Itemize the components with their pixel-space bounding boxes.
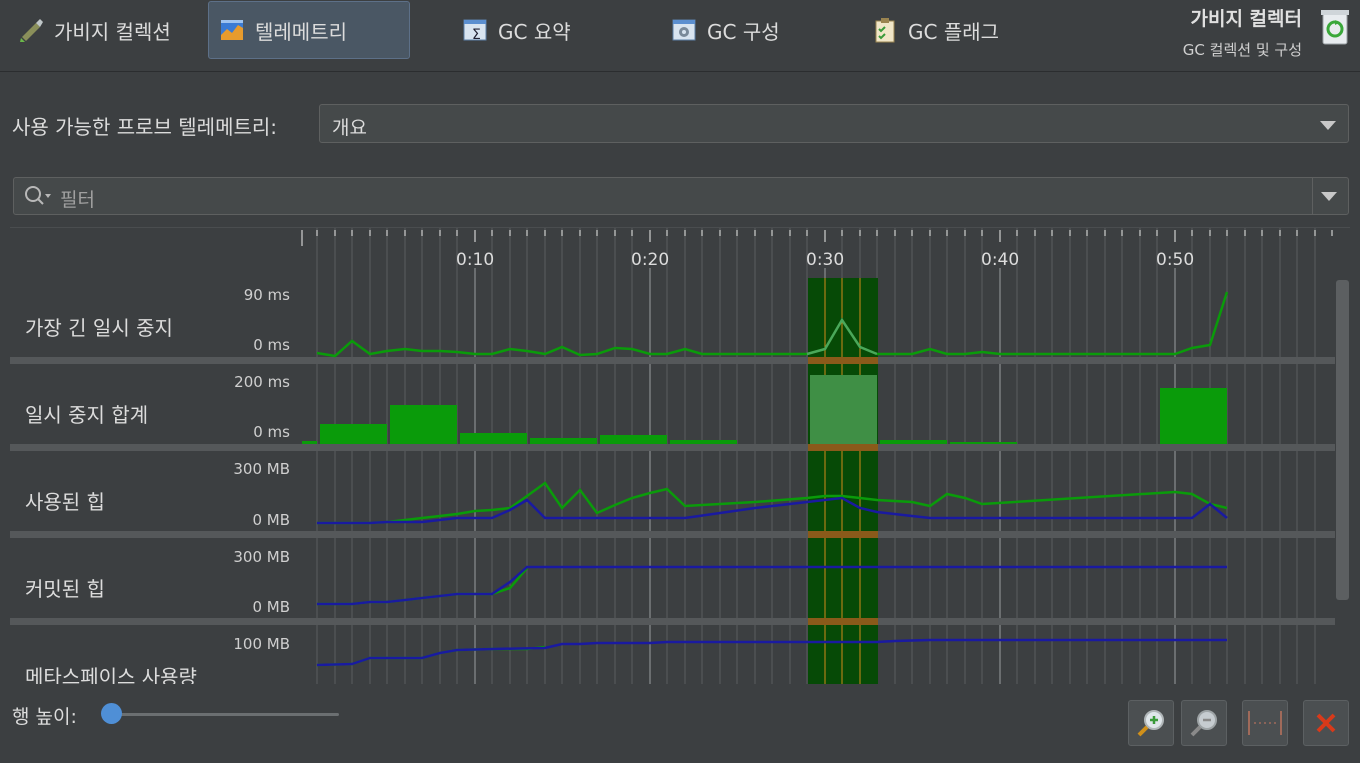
gc-summary-icon: Σ: [462, 17, 488, 43]
row-height-slider[interactable]: [110, 713, 339, 716]
row-max-longest-pause: 90 ms: [243, 286, 290, 304]
tab-label: GC 플래그: [908, 19, 1000, 44]
probe-select-value: 개요: [332, 117, 367, 139]
row-min-total-pause: 0 ms: [253, 423, 290, 441]
fit-width-icon: [1248, 711, 1282, 735]
view-title: 가비지 컬렉터: [1190, 8, 1303, 30]
zoom-in-icon: [1137, 710, 1164, 737]
row-label-total-pause: 일시 중지 합계: [25, 403, 149, 427]
tab-label: 가비지 컬렉션: [54, 19, 171, 44]
time-label-40: 0:40: [981, 250, 1020, 270]
row-height-label: 행 높이:: [12, 706, 77, 728]
filter-divider: [1312, 178, 1313, 214]
filter-placeholder: 필터: [60, 189, 95, 211]
filter-chevron-down-icon[interactable]: [1321, 192, 1337, 201]
probe-label: 사용 가능한 프로브 텔레메트리:: [12, 115, 278, 139]
telemetry-icon: [219, 17, 245, 43]
garbage-collection-icon: [18, 17, 44, 43]
chart-scrollbar-thumb: [1336, 280, 1349, 600]
probe-select[interactable]: 개요: [319, 104, 1349, 143]
row-min-committed-heap: 0 MB: [252, 598, 290, 616]
view-subtitle: GC 컬렉션 및 구성: [1182, 41, 1302, 59]
time-label-20: 0:20: [631, 250, 670, 270]
row-height-slider-knob[interactable]: [101, 703, 122, 724]
row-label-longest-pause: 가장 긴 일시 중지: [25, 316, 173, 340]
tab-gc-summary[interactable]: Σ GC 요약: [452, 1, 581, 59]
tab-telemetry[interactable]: 텔레메트리: [208, 1, 410, 59]
row-max-metaspace: 100 MB: [233, 635, 290, 653]
row-min-longest-pause: 0 ms: [253, 336, 290, 354]
time-label-10: 0:10: [456, 250, 495, 270]
filter-input[interactable]: 필터: [13, 177, 1349, 215]
telemetry-chart-area: 0:10 0:20 0:30 0:40 0:50 가장 긴 일시 중지 90 m…: [10, 227, 1350, 684]
tab-garbage-collection[interactable]: 가비지 컬렉션: [8, 1, 181, 59]
row-max-used-heap: 300 MB: [233, 460, 290, 478]
recycle-bin-icon: [1318, 6, 1352, 46]
tab-label: GC 요약: [498, 19, 571, 44]
search-icon: [24, 185, 54, 211]
total-pause-bar-selected: [810, 375, 877, 444]
svg-text:Σ: Σ: [472, 27, 481, 43]
row-max-total-pause: 200 ms: [234, 373, 290, 391]
tab-bar: 가비지 컬렉션 텔레메트리 Σ GC 요약 GC 구성 GC 플래그 가비지 컬…: [0, 0, 1360, 72]
zoom-out-button[interactable]: [1181, 700, 1227, 746]
fit-width-button[interactable]: [1242, 700, 1288, 746]
row-label-used-heap: 사용된 힙: [25, 490, 105, 514]
row-label-metaspace: 메타스페이스 사용량: [25, 665, 197, 684]
time-label-50: 0:50: [1156, 250, 1195, 270]
chevron-down-icon: [1320, 121, 1336, 130]
zoom-in-button[interactable]: [1128, 700, 1174, 746]
row-max-committed-heap: 300 MB: [233, 548, 290, 566]
time-label-30: 0:30: [806, 250, 845, 270]
row-label-committed-heap: 커밋된 힙: [25, 577, 105, 601]
tab-label: GC 구성: [707, 19, 780, 44]
tab-gc-config[interactable]: GC 구성: [661, 1, 790, 59]
gc-flags-icon: [872, 17, 898, 43]
zoom-out-icon: [1190, 710, 1217, 737]
close-button[interactable]: [1303, 700, 1349, 746]
tab-gc-flags[interactable]: GC 플래그: [862, 1, 1009, 59]
view-header: 가비지 컬렉터 GC 컬렉션 및 구성: [1183, 4, 1302, 60]
gc-config-icon: [671, 17, 697, 43]
close-icon: [1316, 713, 1336, 733]
tab-label: 텔레메트리: [255, 19, 347, 44]
row-min-used-heap: 0 MB: [252, 511, 290, 529]
